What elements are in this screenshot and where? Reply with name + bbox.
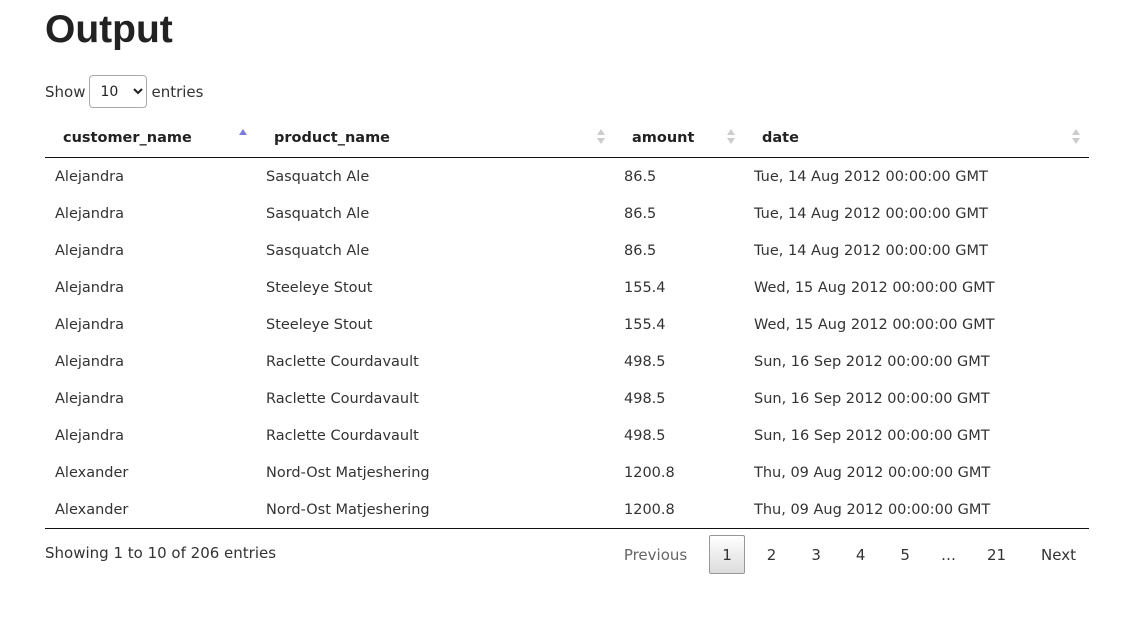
cell-amount: 498.5	[624, 427, 666, 444]
cell-customer-name: Alejandra	[55, 390, 125, 407]
column-header-label: product_name	[274, 130, 391, 146]
table-row: Alejandra Steeleye Stout 155.4 Wed, 15 A…	[45, 269, 1089, 306]
sort-ascending-icon	[239, 129, 248, 145]
page-button-1[interactable]: 1	[709, 535, 745, 574]
cell-customer-name: Alejandra	[55, 242, 125, 259]
column-header-label: customer_name	[63, 130, 192, 146]
table-row: Alejandra Sasquatch Ale 86.5 Tue, 14 Aug…	[45, 158, 1089, 196]
table-row: Alexander Nord-Ost Matjeshering 1200.8 T…	[45, 454, 1089, 491]
cell-customer-name: Alejandra	[55, 168, 125, 185]
table-row: Alejandra Sasquatch Ale 86.5 Tue, 14 Aug…	[45, 195, 1089, 232]
page-button-4[interactable]: 4	[843, 535, 879, 574]
page-button-2[interactable]: 2	[754, 535, 790, 574]
entries-label: entries	[151, 82, 204, 101]
page-button-5[interactable]: 5	[887, 535, 923, 574]
cell-customer-name: Alejandra	[55, 205, 125, 222]
previous-page-button[interactable]: Previous	[611, 535, 700, 574]
pagination: Previous 1 2 3 4 5 … 21 Next	[602, 534, 1089, 575]
sort-both-icon	[1072, 129, 1081, 145]
cell-customer-name: Alejandra	[55, 316, 125, 333]
show-label: Show	[45, 82, 86, 101]
cell-amount: 1200.8	[614, 491, 744, 529]
cell-date: Thu, 09 Aug 2012 00:00:00 GMT	[754, 464, 991, 481]
column-header-date[interactable]: date	[744, 119, 1089, 158]
table-body: Alejandra Sasquatch Ale 86.5 Tue, 14 Aug…	[45, 158, 1089, 529]
cell-amount: 86.5	[624, 168, 657, 185]
cell-customer-name: Alejandra	[55, 353, 125, 370]
cell-amount: 498.5	[624, 353, 666, 370]
cell-amount: 1200.8	[624, 464, 675, 481]
table-info-text: Showing 1 to 10 of 206 entries	[45, 544, 277, 562]
table-row: Alexander Nord-Ost Matjeshering 1200.8 T…	[45, 491, 1089, 529]
cell-product-name: Steeleye Stout	[266, 316, 373, 333]
cell-product-name: Raclette Courdavault	[266, 390, 419, 407]
table-row: Alejandra Raclette Courdavault 498.5 Sun…	[45, 343, 1089, 380]
cell-product-name: Nord-Ost Matjeshering	[256, 491, 614, 529]
cell-amount: 498.5	[624, 390, 666, 407]
column-header-product-name[interactable]: product_name	[256, 119, 614, 158]
cell-amount: 86.5	[624, 242, 657, 259]
sort-both-icon	[597, 129, 606, 145]
cell-amount: 86.5	[624, 205, 657, 222]
cell-customer-name: Alexander	[55, 464, 129, 481]
page-title: Output	[45, 8, 173, 51]
cell-date: Thu, 09 Aug 2012 00:00:00 GMT	[744, 491, 1089, 529]
output-page: Output Show 10 entries customer_name pro…	[0, 0, 1130, 620]
cell-product-name: Sasquatch Ale	[266, 205, 370, 222]
cell-customer-name: Alejandra	[55, 279, 125, 296]
table-row: Alejandra Raclette Courdavault 498.5 Sun…	[45, 417, 1089, 454]
cell-date: Sun, 16 Sep 2012 00:00:00 GMT	[754, 427, 990, 444]
table-row: Alejandra Steeleye Stout 155.4 Wed, 15 A…	[45, 306, 1089, 343]
entries-per-page-select[interactable]: 10	[89, 75, 148, 108]
cell-date: Tue, 14 Aug 2012 00:00:00 GMT	[754, 168, 988, 185]
column-header-label: date	[762, 130, 799, 146]
sort-both-icon	[727, 129, 736, 145]
cell-amount: 155.4	[624, 316, 666, 333]
column-header-label: amount	[632, 130, 695, 146]
cell-product-name: Raclette Courdavault	[266, 353, 419, 370]
entries-length-control: Show 10 entries	[45, 75, 203, 108]
page-button-3[interactable]: 3	[798, 535, 834, 574]
cell-customer-name: Alejandra	[55, 427, 125, 444]
cell-product-name: Raclette Courdavault	[266, 427, 419, 444]
pagination-ellipsis: …	[940, 546, 956, 564]
data-table: customer_name product_name amount date A…	[45, 119, 1089, 529]
cell-date: Wed, 15 Aug 2012 00:00:00 GMT	[754, 316, 995, 333]
cell-customer-name: Alexander	[45, 491, 256, 529]
table-row: Alejandra Sasquatch Ale 86.5 Tue, 14 Aug…	[45, 232, 1089, 269]
cell-date: Sun, 16 Sep 2012 00:00:00 GMT	[754, 390, 990, 407]
cell-date: Wed, 15 Aug 2012 00:00:00 GMT	[754, 279, 995, 296]
cell-product-name: Nord-Ost Matjeshering	[266, 464, 430, 481]
column-header-amount[interactable]: amount	[614, 119, 744, 158]
table-header-row: customer_name product_name amount date	[45, 119, 1089, 158]
cell-amount: 155.4	[624, 279, 666, 296]
cell-product-name: Steeleye Stout	[266, 279, 373, 296]
next-page-button[interactable]: Next	[1028, 535, 1089, 574]
cell-date: Tue, 14 Aug 2012 00:00:00 GMT	[754, 205, 988, 222]
column-header-customer-name[interactable]: customer_name	[45, 119, 256, 158]
cell-product-name: Sasquatch Ale	[266, 168, 370, 185]
table-row: Alejandra Raclette Courdavault 498.5 Sun…	[45, 380, 1089, 417]
cell-date: Sun, 16 Sep 2012 00:00:00 GMT	[754, 353, 990, 370]
cell-date: Tue, 14 Aug 2012 00:00:00 GMT	[754, 242, 988, 259]
page-button-21[interactable]: 21	[974, 535, 1019, 574]
cell-product-name: Sasquatch Ale	[266, 242, 370, 259]
